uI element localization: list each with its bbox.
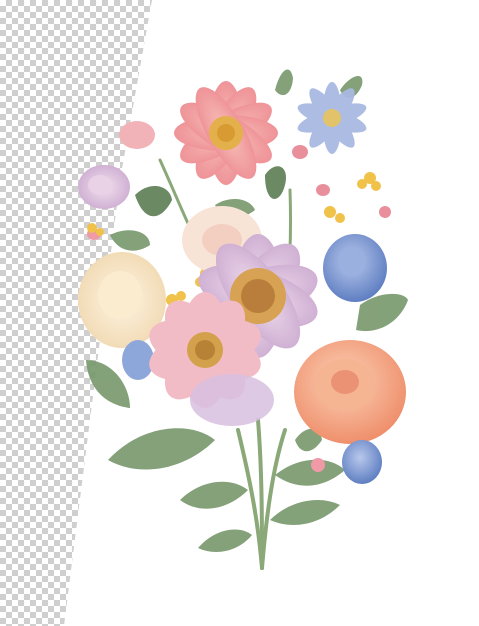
peach-rose xyxy=(294,340,406,444)
pink-daisy xyxy=(174,81,278,185)
flower-bouquet-illustration xyxy=(78,69,408,570)
lavender-flower-small xyxy=(78,165,130,209)
blue-aster xyxy=(297,82,367,154)
image-canvas xyxy=(0,0,479,626)
blue-flower-small xyxy=(122,340,154,380)
blue-bud xyxy=(342,440,382,484)
blue-rose xyxy=(323,234,387,302)
lavender-petals xyxy=(190,374,274,426)
